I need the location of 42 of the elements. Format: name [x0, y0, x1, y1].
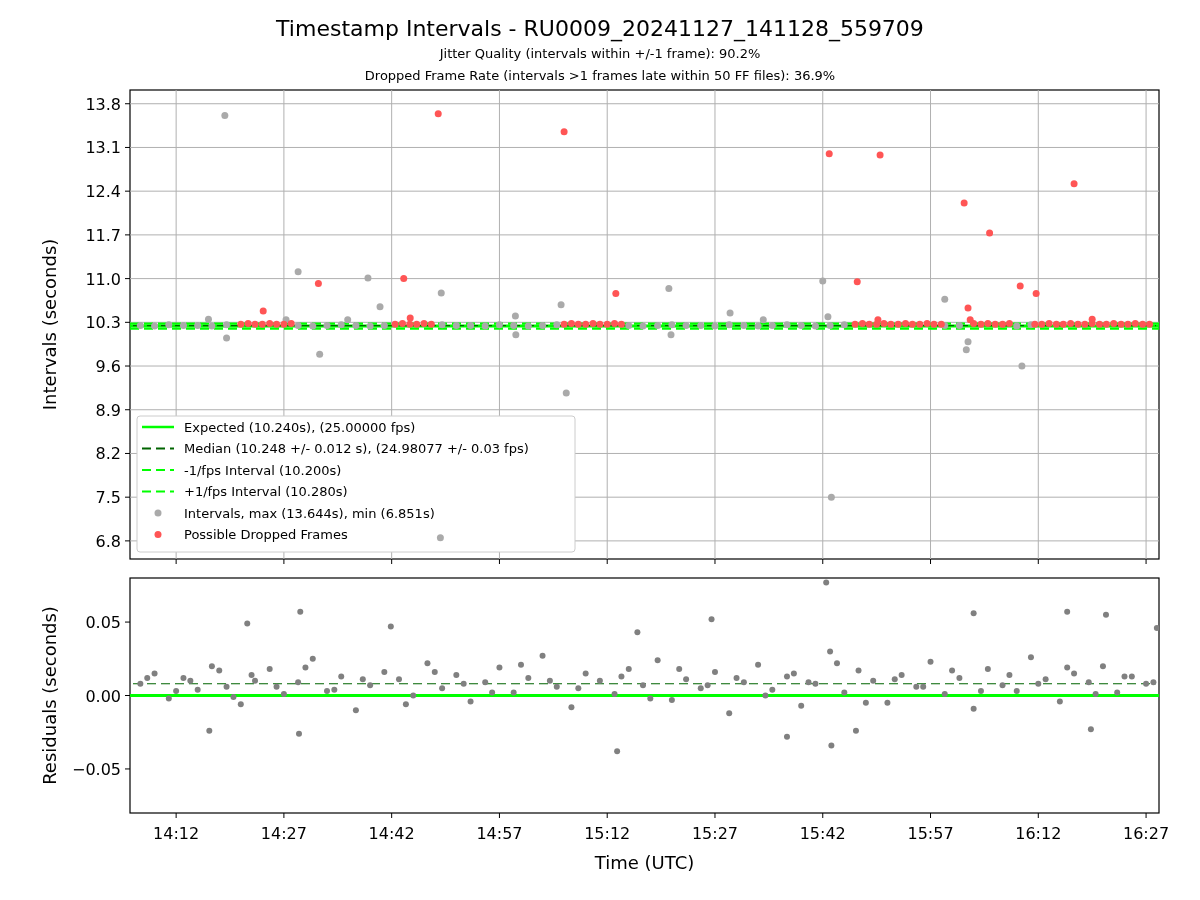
legend-label: +1/fps Interval (10.280s)	[184, 484, 348, 499]
y-tick-label: 13.8	[85, 94, 121, 114]
x-tick-label: 16:12	[1015, 824, 1062, 843]
legend-line-icon	[142, 490, 174, 493]
x-tick-label: 15:27	[691, 824, 739, 843]
y-tick-label: 10.3	[85, 313, 121, 333]
y-tick-label: 9.6	[95, 357, 121, 377]
legend-line-icon	[142, 447, 174, 450]
x-tick-label: 14:12	[153, 824, 200, 843]
y-tick-label: 11.0	[85, 269, 121, 289]
legend-label: Expected (10.240s), (25.00000 fps)	[184, 419, 416, 435]
legend-label: Median (10.248 +/- 0.012 s), (24.98077 +/- 0.03 fps)	[184, 441, 529, 456]
x-tick-label: 14:57	[476, 824, 523, 843]
y-tick-label: 0.05	[85, 613, 121, 633]
y-tick-label: 7.5	[95, 488, 121, 508]
figure-title: Timestamp Intervals - RU0009_20241127_141128_559709	[276, 15, 924, 43]
legend-label: Intervals, max (13.644s), min (6.851s)	[184, 505, 435, 521]
y-tick-label: 6.8	[95, 531, 121, 551]
y-tick-label: 8.2	[95, 444, 121, 464]
x-axis-label: Time (UTC)	[594, 852, 695, 873]
legend-label: -1/fps Interval (10.200s)	[184, 462, 342, 478]
x-tick-label: 15:57	[907, 824, 954, 843]
y-axis-label: Intervals (seconds)	[39, 238, 60, 411]
x-tick-label: 14:42	[368, 824, 415, 843]
x-tick-label: 15:42	[799, 824, 846, 843]
figure-subtitle: Dropped Frame Rate (intervals >1 frames late within 50 FF files): 36.9%	[364, 67, 836, 85]
legend-line-icon	[142, 425, 174, 429]
y-tick-label: 8.9	[95, 400, 121, 420]
x-tick-label: 15:12	[584, 824, 631, 843]
figure-subtitle: Jitter Quality (intervals within +/-1 frame): 90.2%	[439, 45, 761, 63]
y-axis-label: Residuals (seconds)	[39, 606, 60, 785]
y-tick-label: 11.7	[85, 225, 121, 245]
y-tick-label: −0.05	[71, 759, 121, 779]
y-tick-label: 0.00	[85, 686, 121, 706]
y-tick-label: 13.1	[85, 138, 121, 158]
y-tick-label: 12.4	[85, 182, 121, 202]
legend-label: Possible Dropped Frames	[184, 527, 348, 542]
x-tick-label: 16:27	[1123, 824, 1170, 843]
legend-line-icon	[142, 468, 174, 472]
x-tick-label: 14:27	[260, 824, 307, 843]
legend-dot-icon	[154, 531, 162, 538]
legend-dot-icon	[154, 509, 162, 517]
